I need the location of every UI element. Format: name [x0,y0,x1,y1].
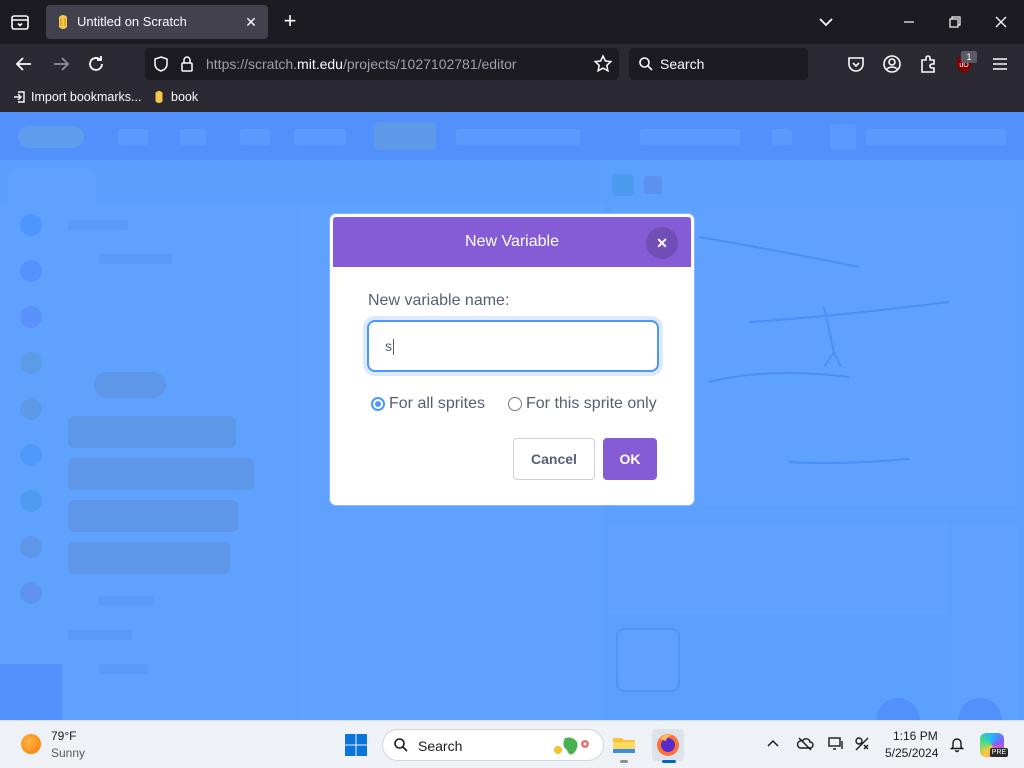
close-tab-icon[interactable]: ✕ [242,13,260,31]
new-variable-dialog: New Variable ✕ New variable name: s For … [330,214,694,505]
dialog-title: New Variable [465,233,559,250]
extensions-puzzle-icon[interactable] [917,53,939,75]
browser-navbar: https://scratch.mit.edu/projects/1027102… [0,44,1024,84]
browser-tabstrip: Untitled on Scratch ✕ + [0,0,1024,44]
ublock-badge: 1 [961,51,977,63]
display-icon[interactable] [827,735,845,753]
browser-search-box[interactable]: Search [629,48,808,80]
search-icon [394,738,408,752]
tab-title: Untitled on Scratch [77,14,187,29]
restore-window-button[interactable] [943,10,967,34]
search-placeholder: Search [660,56,705,72]
browser-tab-active[interactable]: Untitled on Scratch ✕ [46,5,268,39]
minimize-window-button[interactable] [897,10,921,34]
account-icon[interactable] [881,53,903,75]
chevron-down-icon[interactable] [814,12,838,32]
app-menu-hamburger-icon[interactable] [989,53,1011,75]
bookmark-label: book [171,90,199,104]
input-value: s [385,338,392,354]
dialog-header: New Variable ✕ [333,217,691,267]
file-explorer-icon[interactable] [608,729,640,763]
bookmarks-toolbar: Import bookmarks... book [0,84,1024,112]
tracking-protection-shield-icon[interactable] [152,55,170,73]
option-for-all-sprites[interactable]: For all sprites [371,395,485,413]
taskbar-search-placeholder: Search [418,738,463,754]
reload-icon[interactable] [84,52,108,76]
svg-text:uO: uO [959,62,969,69]
option-label: For all sprites [389,395,486,412]
cancel-button[interactable]: Cancel [513,438,595,480]
option-label: For this sprite only [526,395,657,412]
scratch-favicon-icon [59,15,67,29]
list-all-tabs-icon[interactable] [8,10,32,34]
search-icon [639,57,653,71]
bookmark-label: Import bookmarks... [31,90,142,104]
bookmark-star-icon[interactable] [593,54,613,74]
sun-icon[interactable] [21,734,41,754]
windows-start-icon[interactable] [344,733,368,757]
variable-name-label: New variable name: [368,292,510,309]
radio-checked-icon[interactable] [371,397,385,411]
new-tab-button[interactable]: + [278,10,302,34]
variable-name-input[interactable]: s [367,320,659,372]
close-icon[interactable]: ✕ [646,227,678,259]
scratch-favicon-icon [155,90,163,104]
url-text[interactable]: https://scratch.mit.edu/projects/1027102… [206,56,517,72]
onedrive-offline-icon[interactable] [796,735,814,753]
bookmark-book[interactable]: book [152,90,198,104]
option-for-this-sprite-only[interactable]: For this sprite only [508,395,657,413]
notification-bell-icon[interactable] [948,735,966,753]
search-highlight-africa-icon [554,737,589,755]
weather-temperature[interactable]: 79°F [51,729,76,743]
address-bar[interactable]: https://scratch.mit.edu/projects/1027102… [145,48,619,80]
pocket-icon[interactable] [845,53,867,75]
windows-taskbar: 79°F Sunny Search 1:16 PM 5/25/2024 PRE [0,720,1024,768]
back-arrow-icon[interactable] [12,52,36,76]
copilot-preview-badge: PRE [990,748,1008,757]
running-indicator [620,760,628,763]
bookmark-import[interactable]: Import bookmarks... [12,90,141,104]
weather-condition[interactable]: Sunny [51,746,85,760]
forward-arrow-icon[interactable] [49,52,73,76]
import-icon [14,91,25,103]
radio-unchecked-icon[interactable] [508,397,522,411]
close-window-button[interactable] [989,10,1013,34]
lock-icon[interactable] [179,55,195,73]
ok-button[interactable]: OK [603,438,657,480]
clock-date[interactable]: 5/25/2024 [885,746,938,760]
active-indicator [662,760,676,763]
taskbar-search-box[interactable]: Search [382,729,604,761]
chevron-up-icon[interactable] [764,735,782,753]
text-caret [393,339,394,356]
clock-time[interactable]: 1:16 PM [893,729,938,743]
firefox-taskbar-icon[interactable] [652,729,684,763]
network-disconnected-icon[interactable] [853,735,871,753]
